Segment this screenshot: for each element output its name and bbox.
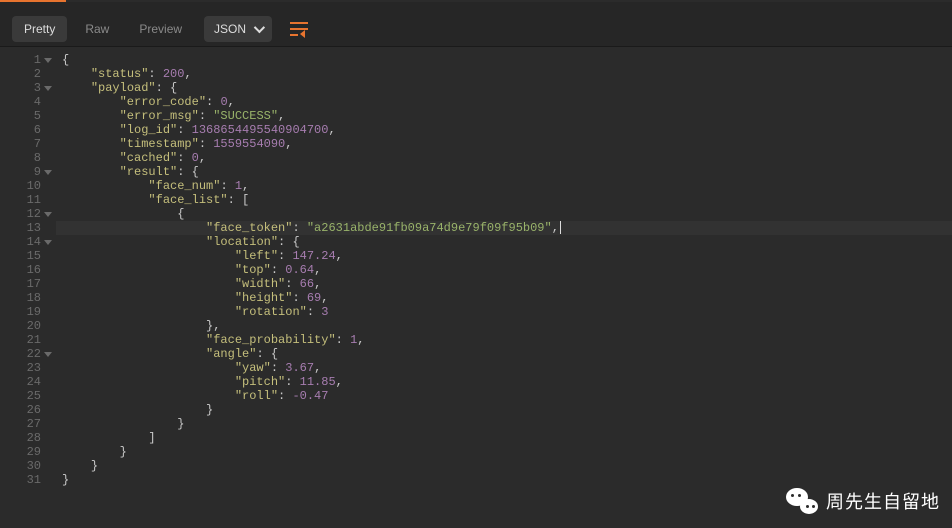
fold-toggle-icon[interactable] <box>44 212 52 217</box>
code-line[interactable]: "pitch": 11.85, <box>56 375 952 389</box>
tab-raw[interactable]: Raw <box>73 16 121 42</box>
code-line[interactable]: { <box>56 53 952 67</box>
watermark-text: 周先生自留地 <box>826 488 940 514</box>
code-line[interactable]: "width": 66, <box>56 277 952 291</box>
line-number: 12 <box>0 207 56 221</box>
code-line[interactable]: "face_num": 1, <box>56 179 952 193</box>
line-number: 11 <box>0 193 56 207</box>
code-content[interactable]: { "status": 200, "payload": { "error_cod… <box>56 47 952 525</box>
code-line[interactable]: "top": 0.64, <box>56 263 952 277</box>
chevron-down-icon <box>254 21 265 32</box>
code-line[interactable]: } <box>56 403 952 417</box>
code-line[interactable]: } <box>56 445 952 459</box>
tab-pretty[interactable]: Pretty <box>12 16 67 42</box>
line-number: 31 <box>0 473 56 487</box>
wrap-lines-icon <box>290 22 308 36</box>
code-line[interactable]: { <box>56 207 952 221</box>
code-line[interactable]: "left": 147.24, <box>56 249 952 263</box>
line-number: 18 <box>0 291 56 305</box>
code-viewer[interactable]: 1234567891011121314151617181920212223242… <box>0 47 952 525</box>
code-line[interactable]: "angle": { <box>56 347 952 361</box>
code-line[interactable]: "payload": { <box>56 81 952 95</box>
fold-toggle-icon[interactable] <box>44 352 52 357</box>
line-number: 27 <box>0 417 56 431</box>
line-number: 10 <box>0 179 56 193</box>
line-number: 2 <box>0 67 56 81</box>
line-number: 6 <box>0 123 56 137</box>
line-number: 21 <box>0 333 56 347</box>
line-number: 13 <box>0 221 56 235</box>
wechat-icon <box>786 488 818 514</box>
fold-toggle-icon[interactable] <box>44 58 52 63</box>
line-number: 17 <box>0 277 56 291</box>
line-number: 3 <box>0 81 56 95</box>
line-number: 22 <box>0 347 56 361</box>
line-number: 7 <box>0 137 56 151</box>
format-dropdown[interactable]: JSON <box>204 16 272 42</box>
line-number: 30 <box>0 459 56 473</box>
code-line[interactable]: "height": 69, <box>56 291 952 305</box>
code-line[interactable]: "timestamp": 1559554090, <box>56 137 952 151</box>
code-line[interactable]: "face_probability": 1, <box>56 333 952 347</box>
tab-preview[interactable]: Preview <box>127 16 194 42</box>
fold-toggle-icon[interactable] <box>44 170 52 175</box>
fold-toggle-icon[interactable] <box>44 240 52 245</box>
line-number: 14 <box>0 235 56 249</box>
code-line[interactable]: "error_msg": "SUCCESS", <box>56 109 952 123</box>
response-toolbar: Pretty Raw Preview JSON <box>0 11 952 47</box>
code-line[interactable]: } <box>56 417 952 431</box>
line-number: 1 <box>0 53 56 67</box>
line-number: 25 <box>0 389 56 403</box>
format-dropdown-label: JSON <box>214 22 246 36</box>
code-line[interactable]: "result": { <box>56 165 952 179</box>
line-number: 29 <box>0 445 56 459</box>
line-number: 4 <box>0 95 56 109</box>
line-number: 19 <box>0 305 56 319</box>
code-line[interactable]: } <box>56 459 952 473</box>
code-line[interactable]: "yaw": 3.67, <box>56 361 952 375</box>
line-number: 24 <box>0 375 56 389</box>
code-line[interactable]: "face_list": [ <box>56 193 952 207</box>
code-line[interactable]: "status": 200, <box>56 67 952 81</box>
wrap-lines-button[interactable] <box>282 16 316 42</box>
code-line[interactable]: "log_id": 1368654495540904700, <box>56 123 952 137</box>
fold-toggle-icon[interactable] <box>44 86 52 91</box>
code-line[interactable]: "rotation": 3 <box>56 305 952 319</box>
code-line[interactable]: "roll": -0.47 <box>56 389 952 403</box>
line-number: 9 <box>0 165 56 179</box>
code-line[interactable]: "error_code": 0, <box>56 95 952 109</box>
text-cursor <box>560 221 561 234</box>
code-line[interactable]: }, <box>56 319 952 333</box>
spacer <box>0 2 952 11</box>
line-number: 5 <box>0 109 56 123</box>
line-number: 20 <box>0 319 56 333</box>
line-number: 23 <box>0 361 56 375</box>
line-number: 28 <box>0 431 56 445</box>
code-line[interactable]: ] <box>56 431 952 445</box>
watermark: 周先生自留地 <box>786 488 940 514</box>
code-line[interactable]: "face_token": "a2631abde91fb09a74d9e79f0… <box>56 221 952 235</box>
code-line[interactable]: } <box>56 473 952 487</box>
line-number-gutter: 1234567891011121314151617181920212223242… <box>0 47 56 525</box>
code-line[interactable]: "cached": 0, <box>56 151 952 165</box>
line-number: 15 <box>0 249 56 263</box>
line-number: 26 <box>0 403 56 417</box>
line-number: 8 <box>0 151 56 165</box>
code-line[interactable]: "location": { <box>56 235 952 249</box>
line-number: 16 <box>0 263 56 277</box>
